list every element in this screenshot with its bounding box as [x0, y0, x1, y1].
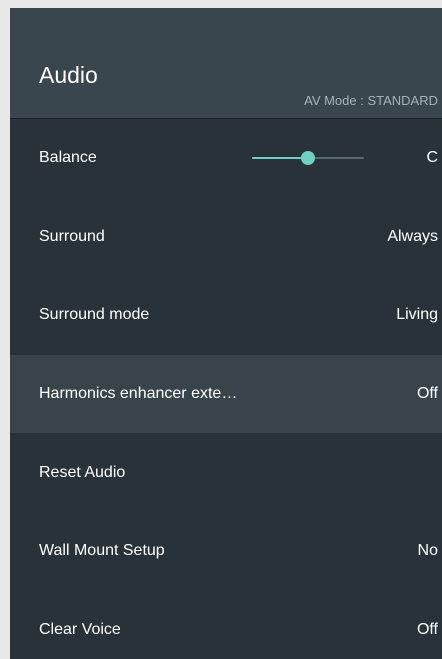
- setting-row-harmonics-enhancer[interactable]: Harmonics enhancer exte… Off: [10, 354, 442, 434]
- setting-value: Off: [416, 620, 438, 638]
- av-mode-label: AV Mode : STANDARD: [304, 93, 438, 108]
- setting-label: Surround: [39, 227, 105, 245]
- setting-value: Off: [416, 385, 438, 403]
- setting-value: Always: [387, 227, 438, 245]
- setting-row-wall-mount-setup[interactable]: Wall Mount Setup No: [10, 512, 442, 591]
- setting-row-clear-voice[interactable]: Clear Voice Off: [10, 591, 442, 659]
- slider-thumb[interactable]: [301, 151, 315, 166]
- slider-fill: [252, 157, 308, 160]
- setting-label: Balance: [39, 149, 97, 167]
- setting-row-reset-audio[interactable]: Reset Audio: [10, 433, 442, 512]
- setting-value: C: [426, 149, 438, 167]
- setting-label: Reset Audio: [39, 463, 126, 481]
- page-title: Audio: [39, 62, 98, 88]
- audio-settings-panel: Audio AV Mode : STANDARD Balance C Surro…: [10, 8, 442, 659]
- setting-row-balance[interactable]: Balance C: [10, 119, 442, 198]
- setting-row-surround-mode[interactable]: Surround mode Living: [10, 276, 442, 355]
- setting-row-surround[interactable]: Surround Always: [10, 198, 442, 277]
- setting-label: Harmonics enhancer exte…: [39, 385, 238, 403]
- setting-label: Clear Voice: [39, 620, 121, 638]
- setting-label: Surround mode: [39, 306, 150, 324]
- setting-value: No: [417, 542, 438, 560]
- header: Audio AV Mode : STANDARD: [10, 8, 442, 118]
- setting-value: Living: [396, 306, 438, 324]
- setting-label: Wall Mount Setup: [39, 542, 165, 560]
- balance-slider[interactable]: [252, 151, 364, 166]
